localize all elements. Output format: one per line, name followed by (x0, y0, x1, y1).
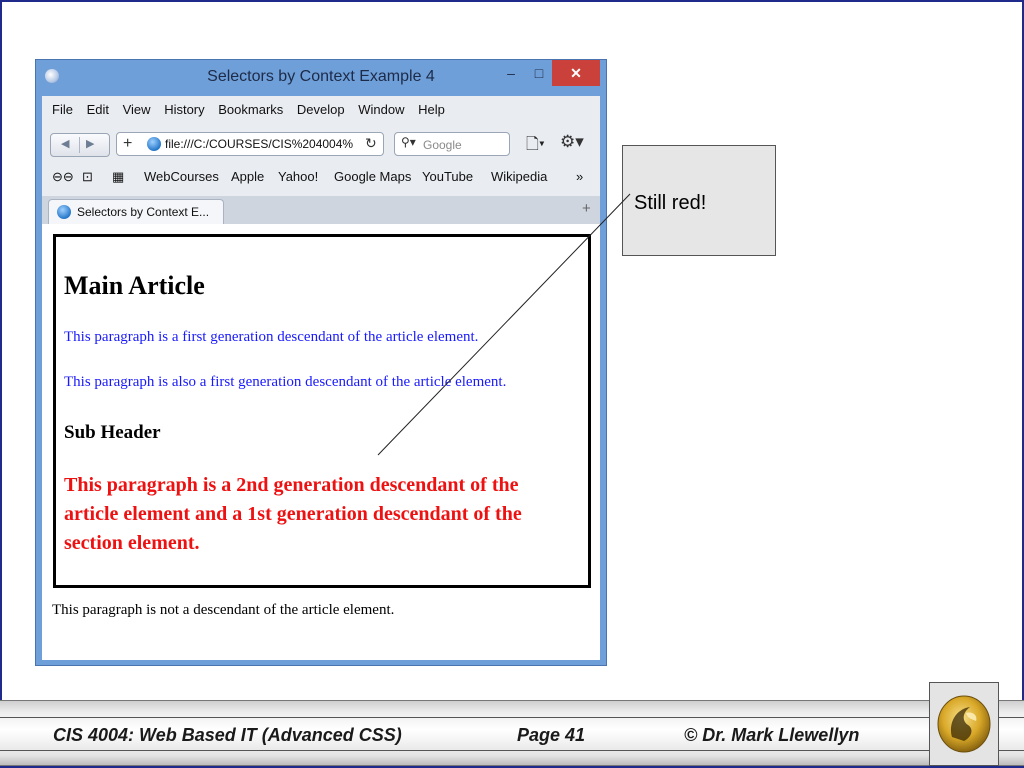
callout-pointer-line (377, 193, 631, 456)
footer-author: © Dr. Mark Llewellyn (684, 725, 860, 745)
footer-course: CIS 4004: Web Based IT (Advanced CSS) (53, 725, 402, 745)
footer-divider-top (0, 717, 1024, 718)
footer-page-number: Page 41 (517, 725, 586, 745)
ucf-pegasus-logo (937, 695, 991, 753)
logo-box (929, 682, 999, 766)
footer-divider-bottom (0, 750, 1024, 751)
